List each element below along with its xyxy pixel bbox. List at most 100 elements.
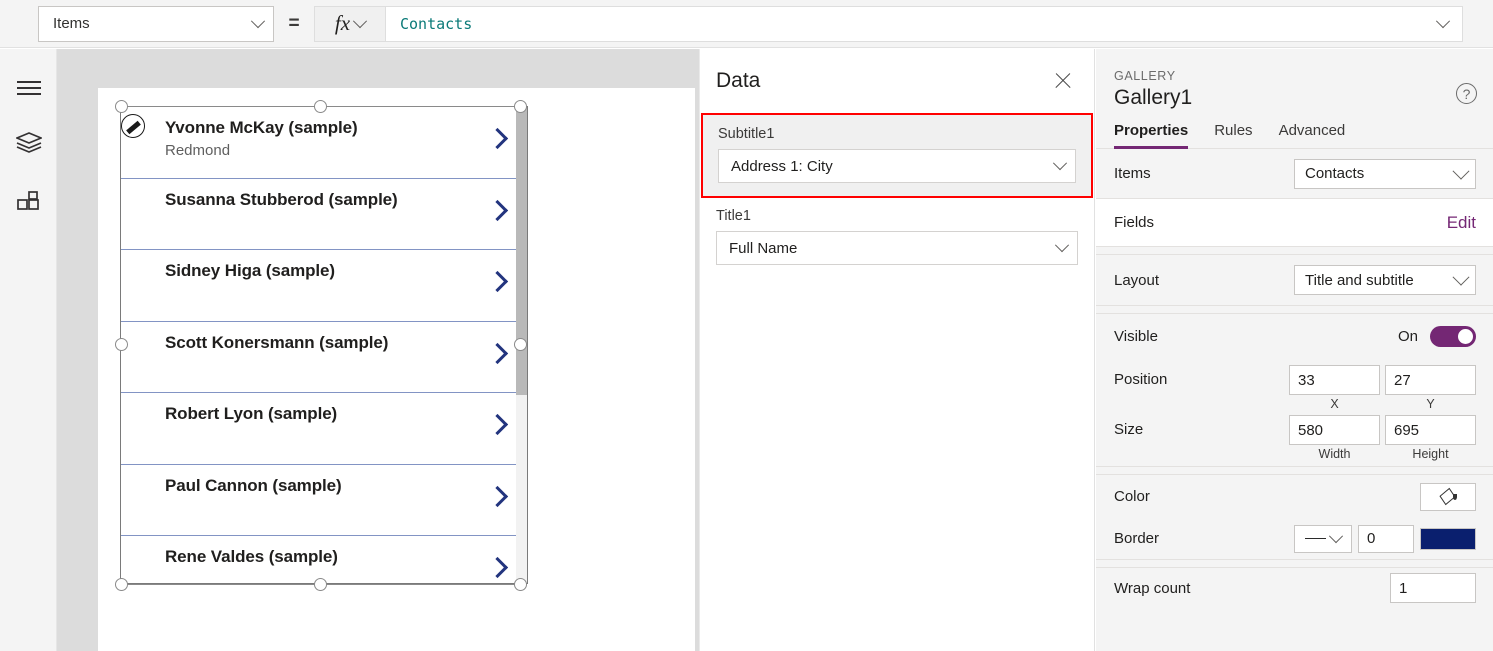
- position-x-sublabel: X: [1330, 397, 1339, 411]
- resize-handle-bottom-left[interactable]: [115, 578, 128, 591]
- property-label: Border: [1114, 530, 1160, 547]
- size-height-sublabel: Height: [1412, 447, 1449, 461]
- items-dropdown[interactable]: Contacts: [1294, 158, 1476, 189]
- resize-handle-top-center[interactable]: [314, 100, 327, 113]
- formula-input[interactable]: Contacts: [386, 5, 1463, 42]
- data-field-label: Subtitle1: [718, 126, 775, 142]
- position-y-input[interactable]: 27: [1385, 365, 1476, 395]
- size-height-cell: 695 Height: [1385, 415, 1476, 461]
- gallery-row[interactable]: Rene Valdes (sample): [121, 536, 527, 583]
- property-selector-value: Items: [53, 15, 90, 32]
- fx-label: fx: [334, 11, 351, 35]
- gallery-item-title: Susanna Stubberod (sample): [165, 189, 398, 209]
- size-height-input[interactable]: 695: [1385, 415, 1476, 445]
- resize-handle-top-right[interactable]: [514, 100, 527, 113]
- gallery-row[interactable]: Yvonne McKay (sample) Redmond: [121, 107, 527, 179]
- control-type-label: GALLERY: [1114, 69, 1176, 83]
- data-field-label: Title1: [716, 208, 751, 224]
- resize-handle-bottom-center[interactable]: [314, 578, 327, 591]
- tab-label: Advanced: [1278, 122, 1346, 139]
- property-label: Layout: [1114, 271, 1160, 289]
- data-pane-title: Data: [716, 69, 761, 92]
- design-canvas[interactable]: Yvonne McKay (sample) Redmond Susanna St…: [57, 49, 699, 651]
- border-color-swatch[interactable]: [1420, 527, 1476, 550]
- gallery-item-title: Rene Valdes (sample): [165, 547, 338, 566]
- property-row-items: Items Contacts: [1096, 149, 1493, 198]
- chevron-down-icon: [1054, 238, 1070, 253]
- edit-pencil-icon[interactable]: [121, 114, 145, 138]
- size-width-input[interactable]: 580: [1289, 415, 1380, 445]
- gallery-item-title: Sidney Higa (sample): [165, 261, 335, 280]
- position-x-input[interactable]: 33: [1289, 365, 1380, 395]
- gallery-row[interactable]: Paul Cannon (sample): [121, 465, 527, 536]
- section-divider: [1096, 466, 1493, 475]
- subtitle1-dropdown[interactable]: Address 1: City: [718, 149, 1076, 183]
- fields-edit-link[interactable]: Edit: [1447, 213, 1476, 233]
- formula-expand-chevron-icon[interactable]: [1435, 13, 1451, 28]
- tab-label: Rules: [1214, 122, 1253, 139]
- chevron-down-icon: [1052, 156, 1068, 171]
- data-pane-header: Data: [700, 49, 1094, 113]
- tab-advanced[interactable]: Advanced: [1279, 122, 1346, 148]
- property-selector-dropdown[interactable]: Items: [38, 5, 274, 42]
- property-row-color: Color: [1096, 475, 1493, 518]
- property-row-visible: Visible On: [1096, 314, 1493, 358]
- layout-value: Title and subtitle: [1305, 271, 1414, 289]
- wrap-count-input[interactable]: 1: [1390, 573, 1476, 603]
- equals-sign: =: [288, 12, 300, 34]
- properties-header: GALLERY Gallery1 ?: [1096, 49, 1493, 110]
- chevron-down-icon: [250, 13, 266, 28]
- insert-icon[interactable]: [0, 179, 57, 227]
- formula-text: Contacts: [400, 14, 473, 33]
- solid-line-icon: [1305, 537, 1326, 540]
- position-inputs: 33 X 27 Y: [1289, 365, 1476, 411]
- resize-handle-top-left[interactable]: [115, 100, 128, 113]
- help-icon[interactable]: ?: [1456, 83, 1477, 104]
- property-row-wrap-count: Wrap count 1: [1096, 568, 1493, 608]
- property-label: Position: [1114, 371, 1168, 388]
- property-label: Items: [1114, 165, 1151, 182]
- property-row-position: Position 33 X 27 Y: [1096, 358, 1493, 411]
- tree-view-icon[interactable]: [0, 119, 57, 167]
- tab-properties[interactable]: Properties: [1114, 122, 1189, 149]
- data-field-subtitle1[interactable]: Subtitle1 Address 1: City: [701, 113, 1093, 198]
- properties-tabs: Properties Rules Advanced: [1096, 110, 1493, 149]
- title1-dropdown[interactable]: Full Name: [716, 231, 1078, 265]
- gallery-row[interactable]: Robert Lyon (sample): [121, 393, 527, 465]
- section-divider: [1096, 246, 1493, 255]
- gallery-row[interactable]: Susanna Stubberod (sample): [121, 179, 527, 250]
- app-screen[interactable]: Yvonne McKay (sample) Redmond Susanna St…: [98, 88, 695, 651]
- border-style-dropdown[interactable]: [1294, 524, 1352, 553]
- size-width-sublabel: Width: [1318, 447, 1351, 461]
- close-icon[interactable]: [1048, 66, 1078, 96]
- gallery-scrollbar-thumb[interactable]: [516, 107, 527, 395]
- gallery-row[interactable]: Sidney Higa (sample): [121, 250, 527, 322]
- property-label: Wrap count: [1114, 579, 1191, 597]
- position-y-cell: 27 Y: [1385, 365, 1476, 411]
- data-pane: Data Subtitle1 Address 1: City Title1 Fu…: [699, 49, 1095, 651]
- gallery-control[interactable]: Yvonne McKay (sample) Redmond Susanna St…: [120, 106, 528, 584]
- gallery-row[interactable]: Scott Konersmann (sample): [121, 322, 527, 393]
- control-name: Gallery1: [1114, 86, 1193, 109]
- tab-rules[interactable]: Rules: [1214, 122, 1252, 148]
- title1-value: Full Name: [729, 239, 798, 257]
- resize-handle-bottom-right[interactable]: [514, 578, 527, 591]
- border-width-input[interactable]: 0: [1358, 524, 1414, 553]
- gallery-item-subtitle: Redmond: [165, 142, 231, 159]
- subtitle1-value: Address 1: City: [731, 157, 833, 175]
- visible-toggle[interactable]: [1430, 325, 1476, 347]
- visible-state-label: On: [1397, 327, 1418, 345]
- data-field-title1[interactable]: Title1 Full Name: [700, 198, 1094, 277]
- layout-dropdown[interactable]: Title and subtitle: [1294, 265, 1476, 295]
- gallery-item-title: Robert Lyon (sample): [165, 404, 338, 423]
- menu-icon[interactable]: [0, 64, 57, 112]
- size-inputs: 580 Width 695 Height: [1289, 415, 1476, 461]
- position-x-cell: 33 X: [1289, 365, 1380, 411]
- resize-handle-middle-left[interactable]: [115, 338, 128, 351]
- fill-color-button[interactable]: [1420, 482, 1476, 511]
- fx-button[interactable]: fx: [314, 5, 386, 42]
- property-row-fields: Fields Edit: [1096, 198, 1493, 246]
- resize-handle-middle-right[interactable]: [514, 338, 527, 351]
- property-label: Color: [1114, 488, 1150, 505]
- property-label: Size: [1114, 421, 1144, 438]
